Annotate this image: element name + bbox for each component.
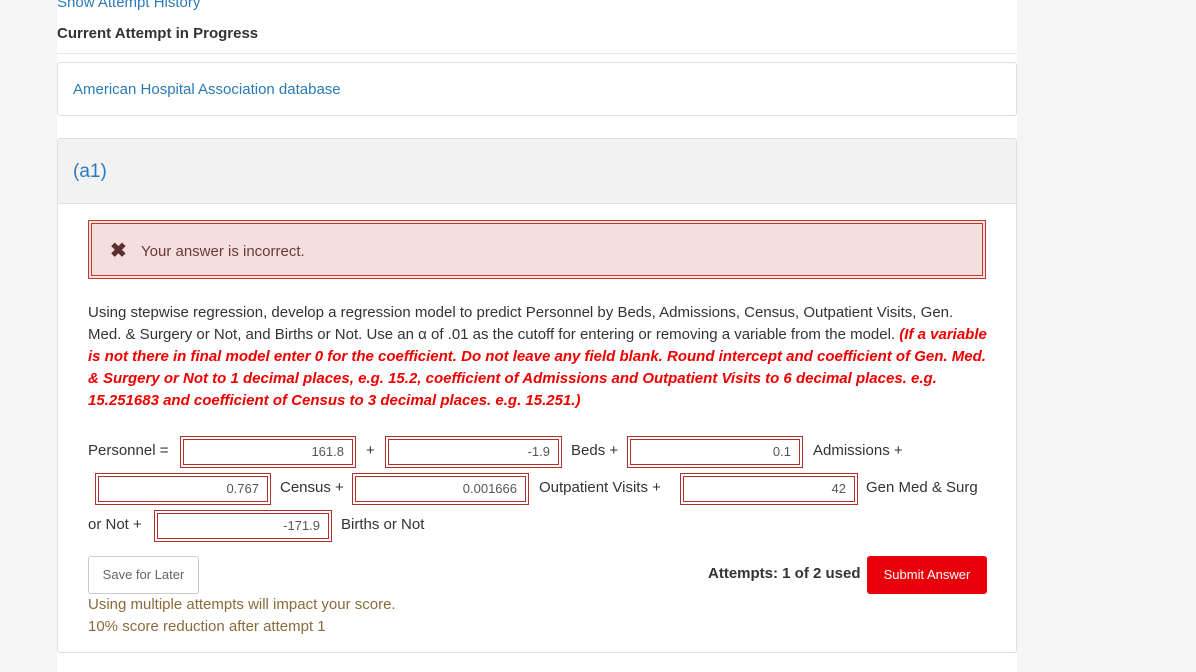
genmed-input[interactable]: 42 [680, 473, 858, 505]
admissions-value[interactable]: 0.1 [630, 439, 800, 465]
question-panel: (a1) ✖ Your answer is incorrect. Using s… [57, 138, 1017, 653]
intercept-input[interactable]: 161.8 [180, 436, 356, 468]
label-plus: + [366, 442, 375, 459]
submit-answer-button[interactable]: Submit Answer [867, 556, 987, 594]
label-census: Census + [280, 479, 344, 496]
question-prompt: Using stepwise regression, develop a reg… [88, 304, 954, 343]
label-beds: Beds + [571, 442, 619, 459]
intercept-value[interactable]: 161.8 [183, 439, 353, 465]
label-genmed: Gen Med & Surg [866, 479, 978, 496]
show-attempt-history-link[interactable]: Show Attempt History [57, 0, 200, 11]
outpatient-value[interactable]: 0.001666 [355, 476, 526, 502]
attempts-note: Using multiple attempts will impact your… [88, 596, 396, 613]
census-input[interactable]: 0.767 [95, 473, 271, 505]
resource-link[interactable]: American Hospital Association database [73, 81, 341, 98]
part-label[interactable]: (a1) [73, 161, 107, 183]
label-or-not: or Not + [88, 516, 142, 533]
attempts-counter: Attempts: 1 of 2 used [708, 565, 861, 582]
label-outpatient: Outpatient Visits + [539, 479, 661, 496]
births-input[interactable]: -171.9 [154, 510, 332, 542]
question-header: (a1) [58, 139, 1016, 204]
question-text: Using stepwise regression, develop a reg… [88, 302, 988, 412]
admissions-input[interactable]: 0.1 [627, 436, 803, 468]
outpatient-input[interactable]: 0.001666 [352, 473, 529, 505]
label-personnel: Personnel = [88, 442, 169, 459]
beds-value[interactable]: -1.9 [388, 439, 559, 465]
births-value[interactable]: -171.9 [157, 513, 329, 539]
alert-inner-border: ✖ Your answer is incorrect. [91, 223, 983, 276]
incorrect-alert: ✖ Your answer is incorrect. [88, 220, 986, 279]
label-births: Births or Not [341, 516, 425, 533]
beds-input[interactable]: -1.9 [385, 436, 562, 468]
alert-message: Your answer is incorrect. [141, 243, 305, 260]
close-icon: ✖ [110, 240, 127, 262]
divider [57, 53, 1017, 54]
save-for-later-button[interactable]: Save for Later [88, 556, 199, 594]
score-reduction-note: 10% score reduction after attempt 1 [88, 618, 326, 635]
resource-box: American Hospital Association database [57, 62, 1017, 116]
census-value[interactable]: 0.767 [98, 476, 268, 502]
genmed-value[interactable]: 42 [683, 476, 855, 502]
label-admissions: Admissions + [813, 442, 903, 459]
attempt-title: Current Attempt in Progress [57, 25, 259, 42]
